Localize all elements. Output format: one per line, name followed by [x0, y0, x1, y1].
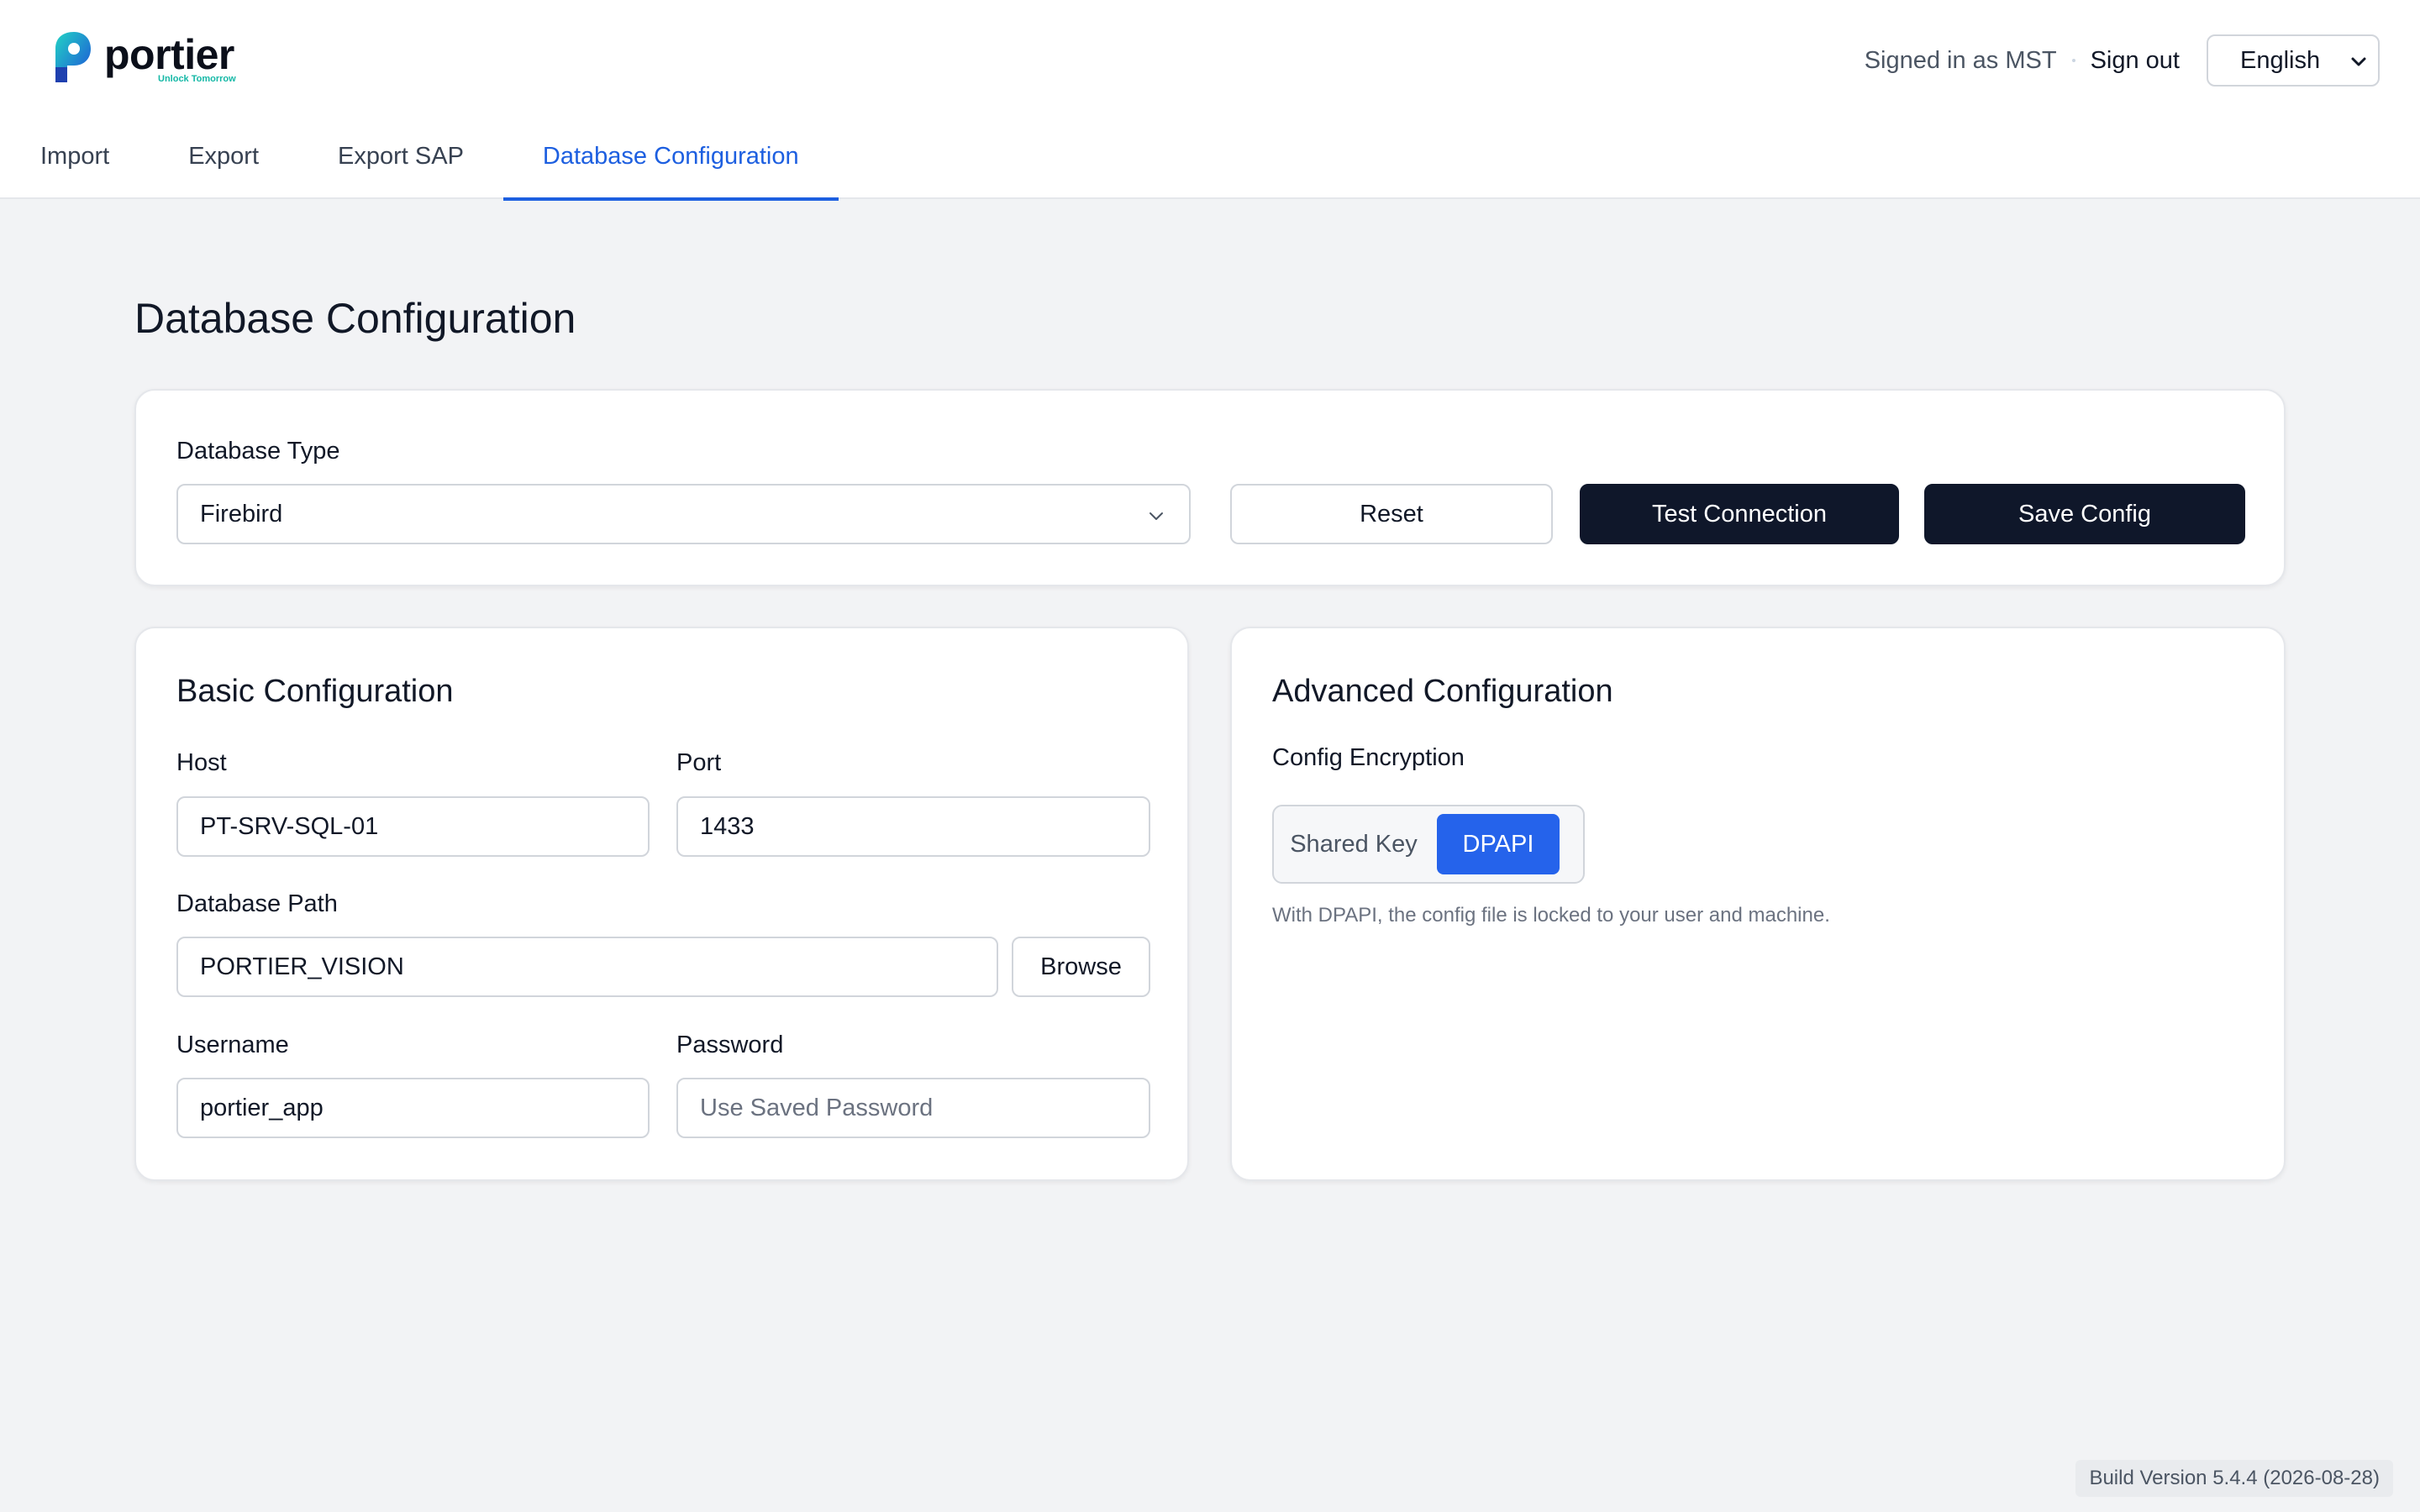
tab-export[interactable]: Export	[149, 126, 298, 199]
brand-name: portier	[104, 31, 234, 78]
tab-import[interactable]: Import	[0, 126, 149, 199]
username-label: Username	[176, 1032, 289, 1058]
chevron-down-icon	[1150, 512, 1163, 520]
basic-configuration-title: Basic Configuration	[176, 674, 454, 709]
dpapi-option[interactable]: DPAPI	[1437, 814, 1560, 874]
encryption-toggle: Shared Key DPAPI	[1272, 805, 1585, 884]
database-type-card: Database Type Firebird Reset Test Connec…	[134, 389, 2286, 586]
username-value: portier_app	[200, 1094, 324, 1121]
portier-logo[interactable]: portier Unlock Tomorrow	[52, 30, 236, 89]
separator-dot	[2071, 59, 2075, 62]
port-label: Port	[676, 749, 722, 776]
encryption-hint: With DPAPI, the config file is locked to…	[1272, 904, 1830, 927]
port-input[interactable]: 1433	[676, 796, 1150, 857]
signed-in-label: Signed in as MST	[1864, 46, 2057, 74]
database-type-value: Firebird	[200, 500, 283, 528]
shared-key-option[interactable]: Shared Key	[1282, 814, 1425, 874]
username-input[interactable]: portier_app	[176, 1078, 650, 1138]
save-config-button[interactable]: Save Config	[1924, 484, 2245, 544]
password-input[interactable]: Use Saved Password	[676, 1078, 1150, 1138]
browse-button[interactable]: Browse	[1012, 937, 1150, 997]
advanced-configuration-title: Advanced Configuration	[1272, 674, 1613, 709]
config-encryption-label: Config Encryption	[1272, 744, 1465, 771]
basic-configuration-card: Basic Configuration Host PT-SRV-SQL-01 P…	[134, 627, 1189, 1181]
host-label: Host	[176, 749, 227, 776]
tab-database-configuration[interactable]: Database Configuration	[502, 126, 839, 201]
database-path-label: Database Path	[176, 890, 338, 917]
host-value: PT-SRV-SQL-01	[200, 812, 379, 840]
reset-button[interactable]: Reset	[1230, 484, 1553, 544]
portier-logo-icon	[55, 32, 91, 82]
database-path-input[interactable]: PORTIER_VISION	[176, 937, 998, 997]
password-label: Password	[676, 1032, 784, 1058]
tab-export-sap[interactable]: Export SAP	[298, 126, 503, 199]
database-type-label: Database Type	[176, 438, 340, 465]
chevron-down-icon	[2351, 57, 2366, 66]
test-connection-button[interactable]: Test Connection	[1580, 484, 1899, 544]
password-placeholder: Use Saved Password	[700, 1094, 934, 1121]
port-value: 1433	[700, 812, 755, 840]
page-title: Database Configuration	[134, 295, 576, 342]
database-path-value: PORTIER_VISION	[200, 953, 404, 980]
brand-tagline: Unlock Tomorrow	[158, 74, 236, 84]
language-value: English	[2240, 46, 2321, 74]
database-type-select[interactable]: Firebird	[176, 484, 1191, 544]
build-version-badge: Build Version 5.4.4 (2026-08-28)	[2075, 1460, 2393, 1497]
sign-out-link[interactable]: Sign out	[2091, 47, 2180, 75]
user-area: Signed in as MST Sign out English	[1865, 34, 2380, 87]
top-bar: portier Unlock Tomorrow Signed in as MST…	[0, 0, 2420, 201]
host-input[interactable]: PT-SRV-SQL-01	[176, 796, 650, 857]
language-select[interactable]: English	[2207, 34, 2380, 87]
advanced-configuration-card: Advanced Configuration Config Encryption…	[1230, 627, 2286, 1181]
main-tabs: Import Export Export SAP Database Config…	[0, 126, 839, 201]
